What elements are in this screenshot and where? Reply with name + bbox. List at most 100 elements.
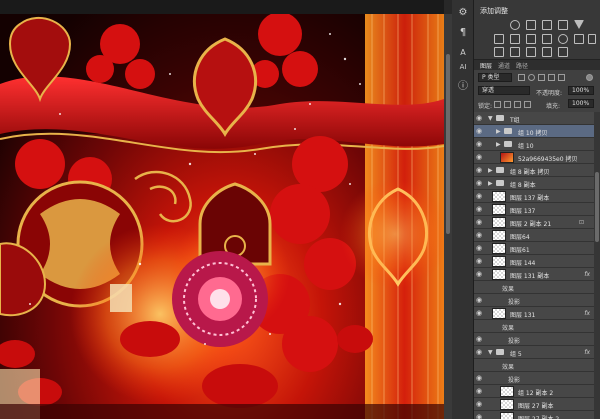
layer-group-row[interactable]: ◉ ▶ 组 10 拷贝 xyxy=(474,125,594,138)
visibility-eye-icon[interactable]: ◉ xyxy=(476,271,484,278)
visibility-eye-icon[interactable]: ◉ xyxy=(476,401,484,408)
paragraph-icon[interactable]: ¶ xyxy=(456,26,470,40)
collapse-arrow-icon[interactable]: ▼ xyxy=(488,115,493,122)
visibility-eye-icon[interactable]: ◉ xyxy=(476,154,484,161)
visibility-eye-icon[interactable]: ◉ xyxy=(476,193,484,200)
layer-effect-row[interactable]: 效果 xyxy=(474,320,594,333)
visibility-eye-icon[interactable]: ◉ xyxy=(476,206,484,213)
layer-effect-row[interactable]: ◉ 投影 xyxy=(474,333,594,346)
brightness-icon[interactable] xyxy=(510,20,520,30)
bw-icon[interactable] xyxy=(542,34,552,44)
layer-row[interactable]: ◉ 图层64 xyxy=(474,229,594,242)
layer-row[interactable]: ◉ 图层 27 副本 2 xyxy=(474,411,594,419)
tab-layers[interactable]: 图层 xyxy=(480,61,492,70)
fx-icon[interactable]: fx xyxy=(584,310,590,317)
layer-effect-row[interactable]: 效果 xyxy=(474,281,594,294)
lock-transparent-icon[interactable] xyxy=(494,101,501,108)
vibrance-icon[interactable] xyxy=(494,34,504,44)
layer-group-row[interactable]: ◉ ▼ T组 xyxy=(474,112,594,125)
expand-arrow-icon[interactable]: ▶ xyxy=(496,128,501,135)
visibility-eye-icon[interactable]: ◉ xyxy=(476,349,484,356)
invert-icon[interactable] xyxy=(494,47,504,57)
hue-icon[interactable] xyxy=(510,34,520,44)
layer-row[interactable]: ◉ 图层 137 副本 xyxy=(474,190,594,203)
lookup-icon[interactable] xyxy=(588,34,596,44)
opacity-input[interactable]: 100% xyxy=(568,86,594,95)
fx-icon[interactable]: fx xyxy=(584,349,590,356)
type-filter-icon[interactable] xyxy=(538,74,545,81)
selective-color-icon[interactable] xyxy=(542,47,552,57)
expand-arrow-icon[interactable]: ▶ xyxy=(496,141,501,148)
curves-icon[interactable] xyxy=(542,20,552,30)
layer-group-row[interactable]: ◉ ▶ 组 8 副本 xyxy=(474,177,594,190)
levels-icon[interactable] xyxy=(526,20,536,30)
adjustment-filter-icon[interactable] xyxy=(528,74,535,81)
photo-filter-icon[interactable] xyxy=(558,34,568,44)
layer-group-row[interactable]: ◉ ▼ 组 5 fx xyxy=(474,346,594,359)
layer-group-row[interactable]: ◉ ▶ 组 10 xyxy=(474,138,594,151)
layer-row[interactable]: ◉ 52a9669435e0 拷贝 xyxy=(474,151,594,164)
canvas-vertical-scrollbar[interactable] xyxy=(444,14,452,419)
layer-effect-row[interactable]: ◉ 投影 xyxy=(474,294,594,307)
visibility-eye-icon[interactable]: ◉ xyxy=(476,180,484,187)
filter-toggle-icon[interactable] xyxy=(586,74,593,81)
visibility-eye-icon[interactable]: ◉ xyxy=(476,258,484,265)
visibility-eye-icon[interactable]: ◉ xyxy=(476,336,484,343)
channel-mixer-icon[interactable] xyxy=(574,34,584,44)
layer-row[interactable]: ◉ 图层 2 副本 21 ⊡ xyxy=(474,216,594,229)
expand-arrow-icon[interactable]: ▶ xyxy=(488,167,493,174)
layer-name: 组 8 副本 拷贝 xyxy=(510,169,550,176)
scrollbar-thumb[interactable] xyxy=(446,54,450,234)
blend-mode-select[interactable]: 穿透 xyxy=(478,86,530,95)
kind-filter-select[interactable]: P 类型 xyxy=(478,73,512,82)
layer-row[interactable]: ◉ 图层 131 副本 fx xyxy=(474,268,594,281)
layer-row[interactable]: ◉ 图层 131 fx xyxy=(474,307,594,320)
info-icon[interactable]: ⓘ xyxy=(456,80,470,94)
visibility-eye-icon[interactable]: ◉ xyxy=(476,128,484,135)
tab-paths[interactable]: 路径 xyxy=(516,61,528,70)
sliders-icon[interactable]: ⚙ xyxy=(456,6,470,20)
layer-row[interactable]: ◉ 图层 144 xyxy=(474,255,594,268)
visibility-eye-icon[interactable]: ◉ xyxy=(476,167,484,174)
visibility-eye-icon[interactable]: ◉ xyxy=(476,310,484,317)
shape-filter-icon[interactable] xyxy=(548,74,555,81)
lock-all-icon[interactable] xyxy=(524,101,531,108)
lock-image-icon[interactable] xyxy=(504,101,511,108)
text-icon[interactable]: A xyxy=(456,46,470,60)
layer-effect-row[interactable]: ◉ 投影 xyxy=(474,372,594,385)
visibility-eye-icon[interactable]: ◉ xyxy=(476,388,484,395)
threshold-icon[interactable] xyxy=(526,47,536,57)
fill-input[interactable]: 100% xyxy=(568,99,594,108)
visibility-eye-icon[interactable]: ◉ xyxy=(476,414,484,419)
layers-scrollbar[interactable] xyxy=(594,112,600,419)
lock-label: 锁定: xyxy=(478,103,493,110)
gradient-icon[interactable] xyxy=(558,47,568,57)
collapse-arrow-icon[interactable]: ▼ xyxy=(488,349,493,356)
visibility-eye-icon[interactable]: ◉ xyxy=(476,297,484,304)
visibility-eye-icon[interactable]: ◉ xyxy=(476,245,484,252)
layer-row[interactable]: ◉ 图层 137 xyxy=(474,203,594,216)
expand-arrow-icon[interactable]: ▶ xyxy=(488,180,493,187)
fx-icon[interactable]: fx xyxy=(584,271,590,278)
visibility-eye-icon[interactable]: ◉ xyxy=(476,375,484,382)
tab-channels[interactable]: 通道 xyxy=(498,61,510,70)
lock-position-icon[interactable] xyxy=(514,101,521,108)
layer-row[interactable]: ◉ 组 12 副本 2 xyxy=(474,385,594,398)
ai-icon[interactable]: AI xyxy=(456,60,470,74)
smart-object-filter-icon[interactable] xyxy=(558,74,565,81)
posterize-icon[interactable] xyxy=(510,47,520,57)
gradient-map-icon[interactable] xyxy=(574,20,584,29)
visibility-eye-icon[interactable]: ◉ xyxy=(476,232,484,239)
pixel-filter-icon[interactable] xyxy=(518,74,525,81)
visibility-eye-icon[interactable]: ◉ xyxy=(476,219,484,226)
document-canvas[interactable] xyxy=(0,14,444,419)
layers-scrollbar-thumb[interactable] xyxy=(595,172,599,242)
color-balance-icon[interactable] xyxy=(526,34,536,44)
visibility-eye-icon[interactable]: ◉ xyxy=(476,115,484,122)
layer-effect-row[interactable]: 效果 xyxy=(474,359,594,372)
visibility-eye-icon[interactable]: ◉ xyxy=(476,141,484,148)
exposure-icon[interactable] xyxy=(558,20,568,30)
layer-group-row[interactable]: ◉ ▶ 组 8 副本 拷贝 xyxy=(474,164,594,177)
layer-row[interactable]: ◉ 图层61 xyxy=(474,242,594,255)
layer-row[interactable]: ◉ 图层 27 副本 xyxy=(474,398,594,411)
